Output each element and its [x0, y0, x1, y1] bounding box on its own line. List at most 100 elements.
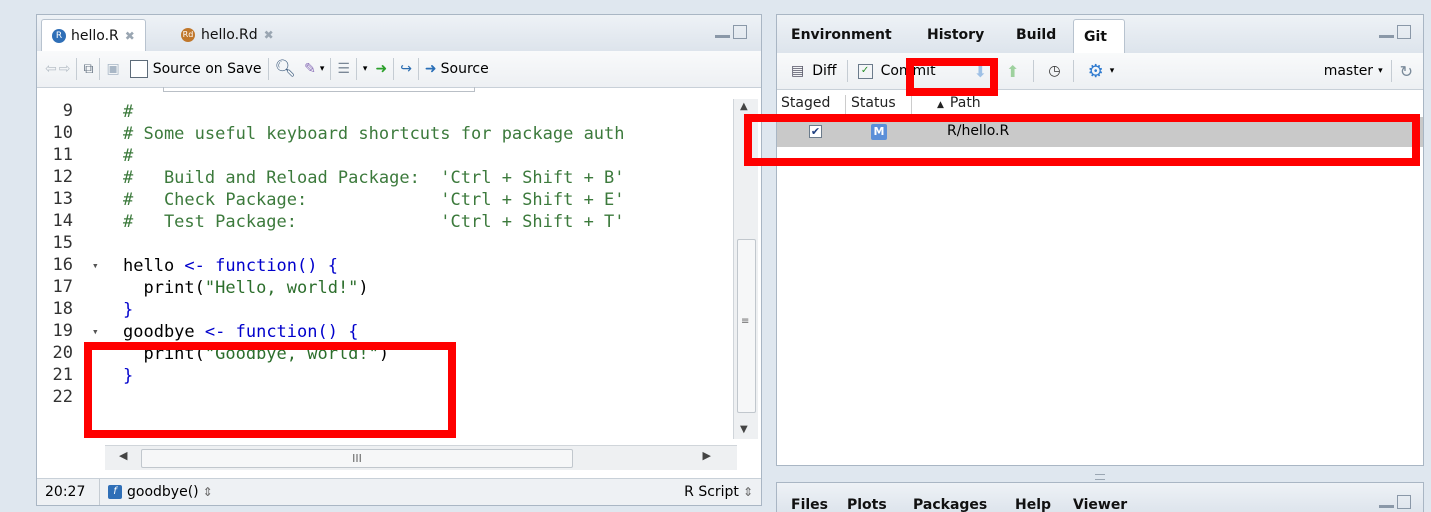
- tab-environment[interactable]: Environment: [781, 19, 902, 51]
- back-arrow-icon[interactable]: ⇦: [45, 61, 57, 77]
- col-header-staged[interactable]: Staged: [781, 95, 830, 117]
- code-line[interactable]: hello <- function() {: [123, 255, 338, 277]
- code-line[interactable]: }: [123, 365, 133, 387]
- minimize-icon[interactable]: [1379, 495, 1394, 508]
- chevron-down-icon[interactable]: ▾: [1110, 66, 1115, 76]
- horizontal-scrollbar[interactable]: ◀ III ▶: [105, 445, 737, 470]
- scrolled-line-fragment: [163, 87, 475, 92]
- gear-icon[interactable]: ⚙: [1088, 61, 1104, 82]
- code-tools-wand-icon[interactable]: ✎: [304, 61, 316, 77]
- chevron-down-icon[interactable]: ▾: [363, 64, 368, 74]
- col-divider: [845, 95, 846, 115]
- line-number: 11: [52, 145, 73, 165]
- search-icon[interactable]: 🔍︎: [275, 59, 297, 79]
- show-in-window-icon[interactable]: ⧉: [83, 61, 93, 77]
- source-button[interactable]: Source: [441, 61, 489, 77]
- tab-label: hello.Rd: [201, 27, 258, 43]
- table-row[interactable]: ✔ M R/hello.R: [777, 117, 1423, 147]
- code-line[interactable]: }: [123, 299, 133, 321]
- code-line[interactable]: #: [123, 145, 133, 167]
- vertical-scrollbar[interactable]: ▲ ≡ ▼: [733, 99, 758, 439]
- line-number: 16: [52, 255, 73, 275]
- source-icon[interactable]: ➜: [425, 61, 437, 77]
- code-line[interactable]: # Check Package: 'Ctrl + Shift + E': [123, 189, 625, 211]
- editor-toolbar: ⇦ ⇨ ⧉ ▣ Source on Save 🔍︎ ✎ ▾ ☰ ▾ ➜ ↪ ➜ …: [37, 51, 761, 88]
- staged-checkbox[interactable]: ✔: [809, 125, 822, 138]
- tab-git[interactable]: Git: [1073, 19, 1125, 53]
- tab-hello-r[interactable]: R hello.R ✖: [41, 19, 146, 51]
- commit-icon[interactable]: ✓: [857, 63, 873, 79]
- push-icon[interactable]: ⬆: [1006, 62, 1019, 81]
- branch-selector[interactable]: master: [1324, 63, 1373, 79]
- cursor-position: 20:27: [45, 484, 86, 500]
- code-token: print(: [123, 344, 205, 364]
- code-line[interactable]: print("Hello, world!"): [123, 277, 368, 299]
- code-token: <-: [204, 322, 236, 342]
- tab-files[interactable]: Files: [781, 489, 838, 512]
- code-line[interactable]: goodbye <- function() {: [123, 321, 358, 343]
- tab-hello-rd[interactable]: Rd hello.Rd ✖: [171, 19, 284, 51]
- fold-toggle-icon[interactable]: ▾: [92, 325, 99, 338]
- maximize-icon[interactable]: [1397, 495, 1411, 509]
- pull-icon[interactable]: ⬇: [974, 62, 987, 81]
- code-token: # Some useful keyboard shortcuts for pac…: [123, 124, 625, 144]
- tab-help[interactable]: Help: [1005, 489, 1061, 512]
- modified-status-badge: M: [871, 124, 887, 140]
- close-icon[interactable]: ✖: [125, 29, 135, 43]
- tab-build[interactable]: Build: [1006, 19, 1066, 51]
- col-header-path[interactable]: ▲ Path: [937, 95, 981, 117]
- code-line[interactable]: # Test Package: 'Ctrl + Shift + T': [123, 211, 625, 233]
- run-line-icon[interactable]: ➜: [375, 61, 387, 77]
- col-divider: [911, 95, 912, 115]
- files-tabbar: Files Plots Packages Help Viewer: [777, 483, 1423, 512]
- code-token: ): [378, 344, 390, 364]
- tab-packages[interactable]: Packages: [903, 489, 997, 512]
- horizontal-scroll-thumb[interactable]: III: [141, 449, 573, 468]
- line-number: 21: [52, 365, 73, 385]
- scroll-up-icon[interactable]: ▲: [740, 101, 748, 112]
- vertical-scroll-thumb[interactable]: ≡: [737, 239, 756, 413]
- diff-icon[interactable]: ▤: [791, 63, 804, 79]
- tab-plots[interactable]: Plots: [837, 489, 897, 512]
- line-number: 20: [52, 343, 73, 363]
- code-token: }: [123, 300, 134, 320]
- scroll-left-icon[interactable]: ◀: [119, 449, 127, 462]
- commit-button[interactable]: Commit: [881, 63, 936, 79]
- code-token: <-: [184, 256, 216, 276]
- col-header-status[interactable]: Status: [851, 95, 896, 117]
- fold-toggle-icon[interactable]: ▾: [92, 259, 99, 272]
- chevron-down-icon[interactable]: ▾: [320, 64, 325, 74]
- code-line[interactable]: #: [123, 101, 133, 123]
- re-run-icon[interactable]: ↪: [400, 61, 412, 77]
- close-icon[interactable]: ✖: [264, 28, 274, 42]
- scroll-down-icon[interactable]: ▼: [740, 424, 748, 435]
- current-function[interactable]: goodbye(): [127, 484, 199, 500]
- maximize-icon[interactable]: [1397, 25, 1411, 39]
- line-number: 13: [52, 189, 73, 209]
- pane-splitter-grip[interactable]: [1095, 474, 1105, 480]
- code-token: hello: [123, 256, 185, 276]
- code-line[interactable]: print("Goodbye, world!"): [123, 343, 389, 365]
- file-type[interactable]: R Script: [684, 484, 739, 500]
- source-on-save-checkbox[interactable]: [129, 60, 148, 78]
- tab-history[interactable]: History: [917, 19, 994, 51]
- git-toolbar: ▤ Diff ✓ Commit ⬇ ⬆ ◷ ⚙ ▾ master ▾ ↻: [777, 53, 1423, 90]
- updown-icon: ⇕: [202, 485, 213, 499]
- function-icon: f: [108, 485, 122, 499]
- tab-viewer[interactable]: Viewer: [1063, 489, 1137, 512]
- history-clock-icon[interactable]: ◷: [1048, 63, 1060, 79]
- minimize-icon[interactable]: [1379, 25, 1394, 38]
- save-icon[interactable]: ▣: [106, 61, 119, 77]
- document-outline-icon[interactable]: ☰: [337, 61, 350, 77]
- refresh-icon[interactable]: ↻: [1400, 62, 1413, 81]
- chevron-down-icon[interactable]: ▾: [1378, 66, 1383, 76]
- diff-button[interactable]: Diff: [812, 63, 836, 79]
- minimize-icon[interactable]: [715, 25, 730, 38]
- forward-arrow-icon[interactable]: ⇨: [59, 61, 71, 77]
- scroll-right-icon[interactable]: ▶: [703, 449, 711, 462]
- code-editor[interactable]: # # Some useful keyboard shortcuts for pa…: [113, 99, 733, 449]
- code-line[interactable]: # Some useful keyboard shortcuts for pac…: [123, 123, 625, 145]
- maximize-icon[interactable]: [733, 25, 747, 39]
- code-line[interactable]: # Build and Reload Package: 'Ctrl + Shif…: [123, 167, 625, 189]
- code-token: function: [215, 256, 298, 276]
